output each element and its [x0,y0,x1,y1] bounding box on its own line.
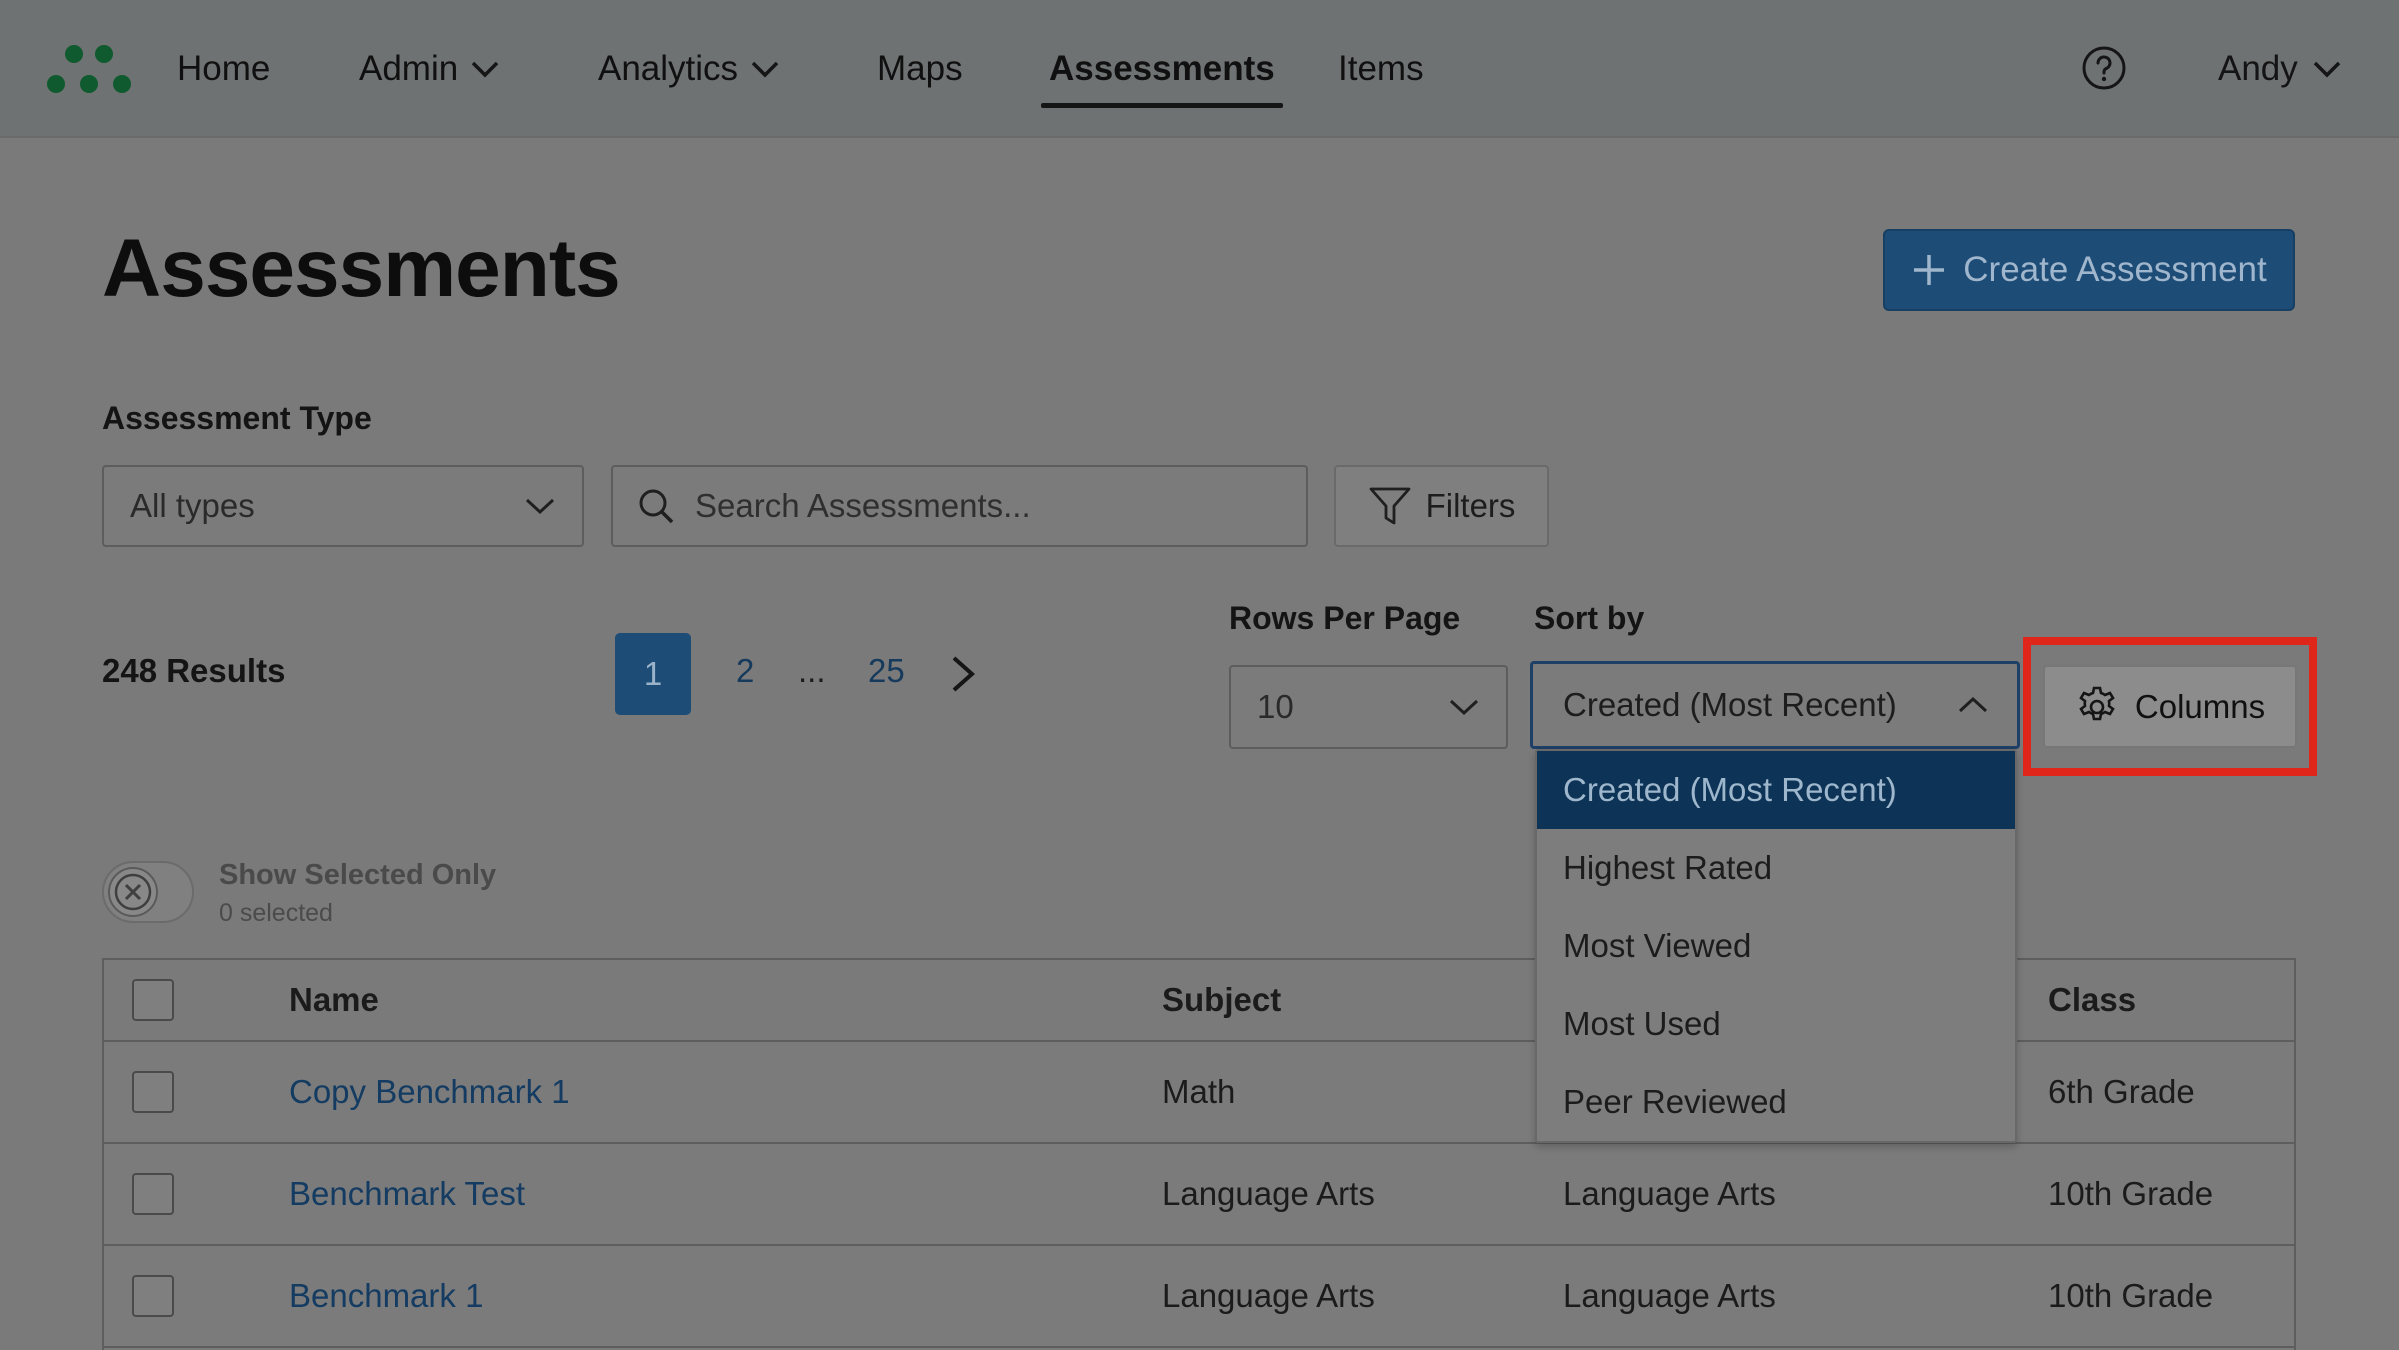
page-ellipsis: ... [798,652,826,689]
page-2-link[interactable]: 2 [736,652,754,690]
column-header-name[interactable]: Name [289,981,379,1019]
show-selected-label: Show Selected Only [219,859,497,891]
sort-dropdown-menu: Created (Most Recent) Highest Rated Most… [1535,749,2017,1143]
row-checkbox[interactable] [132,1071,174,1113]
plus-icon [1914,255,1945,285]
sort-by-select[interactable]: Created (Most Recent) [1530,661,2020,749]
assessment-subject: Language Arts [1162,1277,1375,1314]
columns-button[interactable]: Columns [2043,665,2297,748]
chevron-down-icon [471,61,499,78]
filters-button[interactable]: Filters [1334,465,1549,547]
nav-maps[interactable]: Maps [877,40,963,98]
chevron-down-icon [2313,61,2341,78]
chevron-down-icon [751,61,779,78]
page-1-button[interactable]: 1 [615,633,691,715]
chevron-down-icon [525,498,555,515]
assessment-type-label: Assessment Type [102,400,372,436]
table-row: Benchmark 1 Language Arts Language Arts … [104,1246,2294,1348]
rows-per-page-label: Rows Per Page [1229,600,1461,636]
sort-option-created[interactable]: Created (Most Recent) [1537,751,2015,829]
assessment-type-select[interactable]: All types [102,465,584,547]
create-assessment-label: Create Assessment [1963,250,2267,289]
sort-option-most-viewed[interactable]: Most Viewed [1537,907,2015,985]
row-checkbox[interactable] [132,1173,174,1215]
nav-home-label: Home [177,49,271,88]
assessment-name-link[interactable]: Copy Benchmark 1 [289,1073,570,1111]
user-menu[interactable]: Andy [2218,40,2342,98]
column-header-subject[interactable]: Subject [1162,981,1281,1019]
gear-icon [2079,686,2115,720]
search-assessments[interactable] [611,465,1308,547]
chevron-right-icon[interactable] [948,654,978,694]
assessment-class: 10th Grade [2048,1175,2214,1212]
nav-items[interactable]: Items [1338,40,1424,98]
columns-label: Columns [2134,687,2266,725]
assessment-name-link[interactable]: Benchmark Test [289,1175,525,1213]
row-checkbox[interactable] [132,1275,174,1317]
selected-count: 0 selected [219,899,333,927]
select-all-checkbox[interactable] [132,979,174,1021]
help-icon[interactable] [2080,44,2128,92]
assessment-col3: Language Arts [1563,1175,1776,1212]
top-nav: Home Admin Analytics Maps Assessments It… [0,0,2399,138]
nav-analytics[interactable]: Analytics [598,40,780,98]
nav-assessments-label: Assessments [1049,49,1275,88]
assessment-type-value: All types [130,487,255,524]
sort-by-label: Sort by [1534,600,1645,636]
rows-per-page-select[interactable]: 10 [1229,665,1508,749]
page-25-link[interactable]: 25 [868,652,905,690]
column-header-class[interactable]: Class [2048,981,2136,1019]
user-name: Andy [2218,49,2298,88]
close-icon [114,873,152,911]
assessment-subject: Math [1162,1073,1236,1110]
app-logo-icon[interactable] [46,40,132,96]
create-assessment-button[interactable]: Create Assessment [1883,229,2295,311]
search-input[interactable] [695,487,1255,525]
results-count: 248 Results [102,652,286,689]
assessment-class: 10th Grade [2048,1277,2214,1314]
nav-assessments[interactable]: Assessments [1041,40,1283,108]
nav-admin[interactable]: Admin [359,40,500,98]
page-title: Assessments [102,223,621,314]
assessment-name-link[interactable]: Benchmark 1 [289,1277,483,1315]
nav-admin-label: Admin [359,49,459,88]
toggle-knob [108,867,158,917]
sort-option-highest-rated[interactable]: Highest Rated [1537,829,2015,907]
table-row: Benchmark Test Language Arts Language Ar… [104,1144,2294,1246]
search-icon [639,489,674,524]
assessment-subject: Language Arts [1162,1175,1375,1212]
filters-label: Filters [1425,487,1516,524]
sort-option-most-used[interactable]: Most Used [1537,985,2015,1063]
sort-by-value: Created (Most Recent) [1563,686,1897,723]
assessment-class: 6th Grade [2048,1073,2195,1110]
assessment-col3: Language Arts [1563,1277,1776,1314]
nav-maps-label: Maps [877,49,963,88]
rows-per-page-value: 10 [1257,688,1294,725]
nav-home[interactable]: Home [177,40,270,98]
nav-analytics-label: Analytics [598,49,739,88]
chevron-down-icon [1449,699,1479,716]
chevron-up-icon [1958,696,1988,713]
show-selected-toggle[interactable] [102,861,194,923]
sort-option-peer-reviewed[interactable]: Peer Reviewed [1537,1063,2015,1141]
nav-items-label: Items [1338,49,1424,88]
filter-icon [1369,487,1410,525]
